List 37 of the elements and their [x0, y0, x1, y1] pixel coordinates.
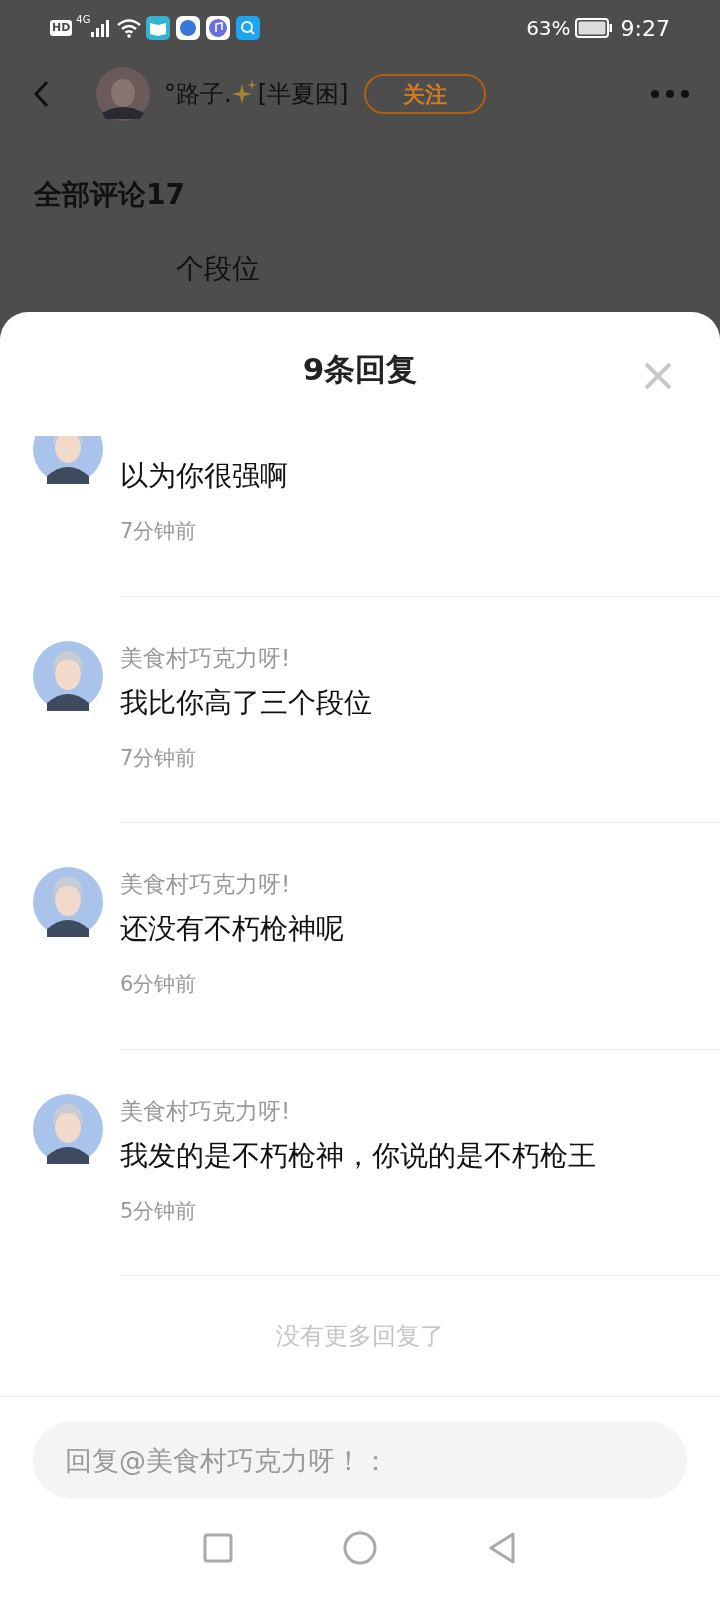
home-icon[interactable]: [343, 1531, 377, 1565]
follow-button[interactable]: 关注: [364, 74, 487, 114]
battery-percent: 63%: [526, 15, 571, 42]
close-icon[interactable]: [644, 362, 672, 390]
reply-author[interactable]: 美食村巧克力呀!: [120, 867, 291, 901]
reply-text: 以为你很强啊: [120, 458, 288, 494]
back-icon[interactable]: [487, 1531, 517, 1565]
reply-text: 我发的是不朽枪神，你说的是不朽枪王: [120, 1137, 596, 1174]
avatar[interactable]: [33, 1093, 103, 1164]
more-icon[interactable]: [650, 89, 690, 99]
reply-text: 还没有不朽枪神呢: [120, 911, 344, 947]
comment-text: 个段位: [176, 251, 260, 287]
network-type: 4G: [76, 13, 91, 27]
reply-author[interactable]: 美食村巧克力呀!: [120, 1093, 291, 1128]
avatar[interactable]: [33, 640, 103, 711]
clock: 9:27: [620, 14, 670, 43]
reply-author[interactable]: 美食村巧克力呀!: [120, 640, 291, 675]
wifi-icon: [116, 18, 143, 38]
battery-icon: [574, 18, 613, 38]
comments-heading: 全部评论17: [34, 177, 185, 213]
reply-time: 7分钟前: [120, 518, 197, 545]
user-tag: [半夏困]: [257, 76, 349, 112]
back-icon[interactable]: [32, 79, 50, 109]
recents-icon[interactable]: [203, 1533, 233, 1563]
username[interactable]: °路子.: [164, 76, 232, 112]
avatar[interactable]: [33, 867, 103, 937]
reply-text: 我比你高了三个段位: [120, 684, 372, 721]
reply-time: 5分钟前: [120, 1197, 197, 1225]
reply-input[interactable]: 回复@美食村巧克力呀！：: [33, 1421, 687, 1499]
reply-time: 7分钟前: [120, 744, 197, 772]
book-app-icon: [146, 16, 171, 40]
reply-time: 6分钟前: [120, 971, 197, 998]
sheet-title: 9条回复: [302, 350, 418, 389]
hd-indicator: HD: [50, 20, 73, 36]
end-note: 没有更多回复了: [276, 1321, 444, 1352]
search-app-icon: [236, 16, 261, 40]
signal-icon: [90, 19, 111, 37]
